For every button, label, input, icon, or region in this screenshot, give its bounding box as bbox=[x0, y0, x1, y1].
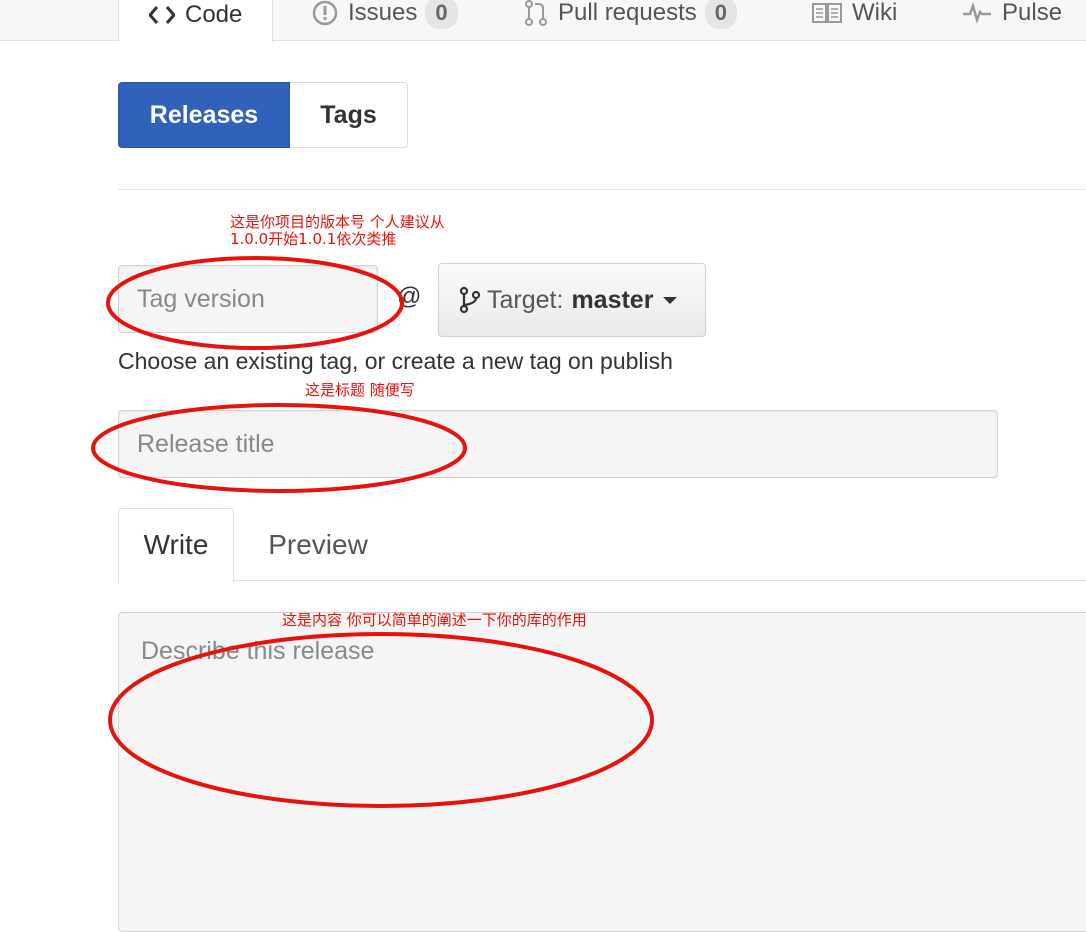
code-icon bbox=[149, 5, 175, 25]
repo-nav: Code Issues 0 Pull requests 0 Wiki Pulse bbox=[0, 0, 1086, 43]
target-label: Target: bbox=[487, 285, 564, 314]
nav-tab-pulse-label: Pulse bbox=[1002, 0, 1063, 26]
nav-tab-code[interactable]: Code bbox=[118, 0, 274, 43]
pull-requests-counter: 0 bbox=[704, 0, 737, 29]
pulse-icon bbox=[962, 2, 992, 24]
nav-tab-issues-label: Issues bbox=[348, 0, 418, 26]
nav-tab-pull-requests-label: Pull requests bbox=[558, 0, 697, 26]
nav-tab-wiki[interactable]: Wiki bbox=[812, 0, 897, 40]
tags-tab[interactable]: Tags bbox=[290, 82, 408, 148]
tab-write[interactable]: Write bbox=[118, 508, 234, 582]
tag-version-annotation: 这是你项目的版本号 个人建议从 1.0.0开始1.0.1依次类推 bbox=[230, 214, 445, 248]
target-branch-dropdown[interactable]: Target: master bbox=[438, 263, 706, 337]
target-branch-name: master bbox=[571, 285, 654, 314]
tag-version-input[interactable] bbox=[118, 265, 378, 333]
tag-version-annotation-line1: 这是你项目的版本号 个人建议从 bbox=[230, 213, 445, 231]
nav-tab-pulse[interactable]: Pulse bbox=[962, 0, 1062, 40]
tag-hint-text: Choose an existing tag, or create a new … bbox=[118, 348, 673, 374]
nav-tab-wiki-label: Wiki bbox=[852, 0, 898, 26]
tag-version-annotation-line2: 1.0.0开始1.0.1依次类推 bbox=[230, 230, 397, 248]
release-description-textarea[interactable] bbox=[118, 612, 1086, 932]
nav-tab-pull-requests[interactable]: Pull requests 0 bbox=[524, 0, 737, 40]
section-divider bbox=[118, 189, 1086, 190]
tab-preview[interactable]: Preview bbox=[250, 508, 386, 582]
description-annotation: 这是内容 你可以简单的阐述一下你的库的作用 bbox=[282, 611, 587, 629]
at-symbol: @ bbox=[397, 283, 422, 310]
chevron-down-icon bbox=[663, 295, 678, 305]
pull-request-icon bbox=[524, 0, 548, 27]
issues-counter: 0 bbox=[425, 0, 458, 29]
release-title-input[interactable] bbox=[118, 410, 998, 478]
releases-tab[interactable]: Releases bbox=[118, 82, 290, 148]
book-icon bbox=[812, 2, 842, 24]
releases-tags-switcher: Releases Tags bbox=[118, 82, 408, 148]
issue-icon bbox=[312, 0, 338, 26]
title-annotation: 这是标题 随便写 bbox=[305, 381, 415, 399]
branch-icon bbox=[459, 286, 481, 314]
nav-tab-code-label: Code bbox=[185, 0, 243, 28]
nav-tab-issues[interactable]: Issues 0 bbox=[312, 0, 458, 40]
